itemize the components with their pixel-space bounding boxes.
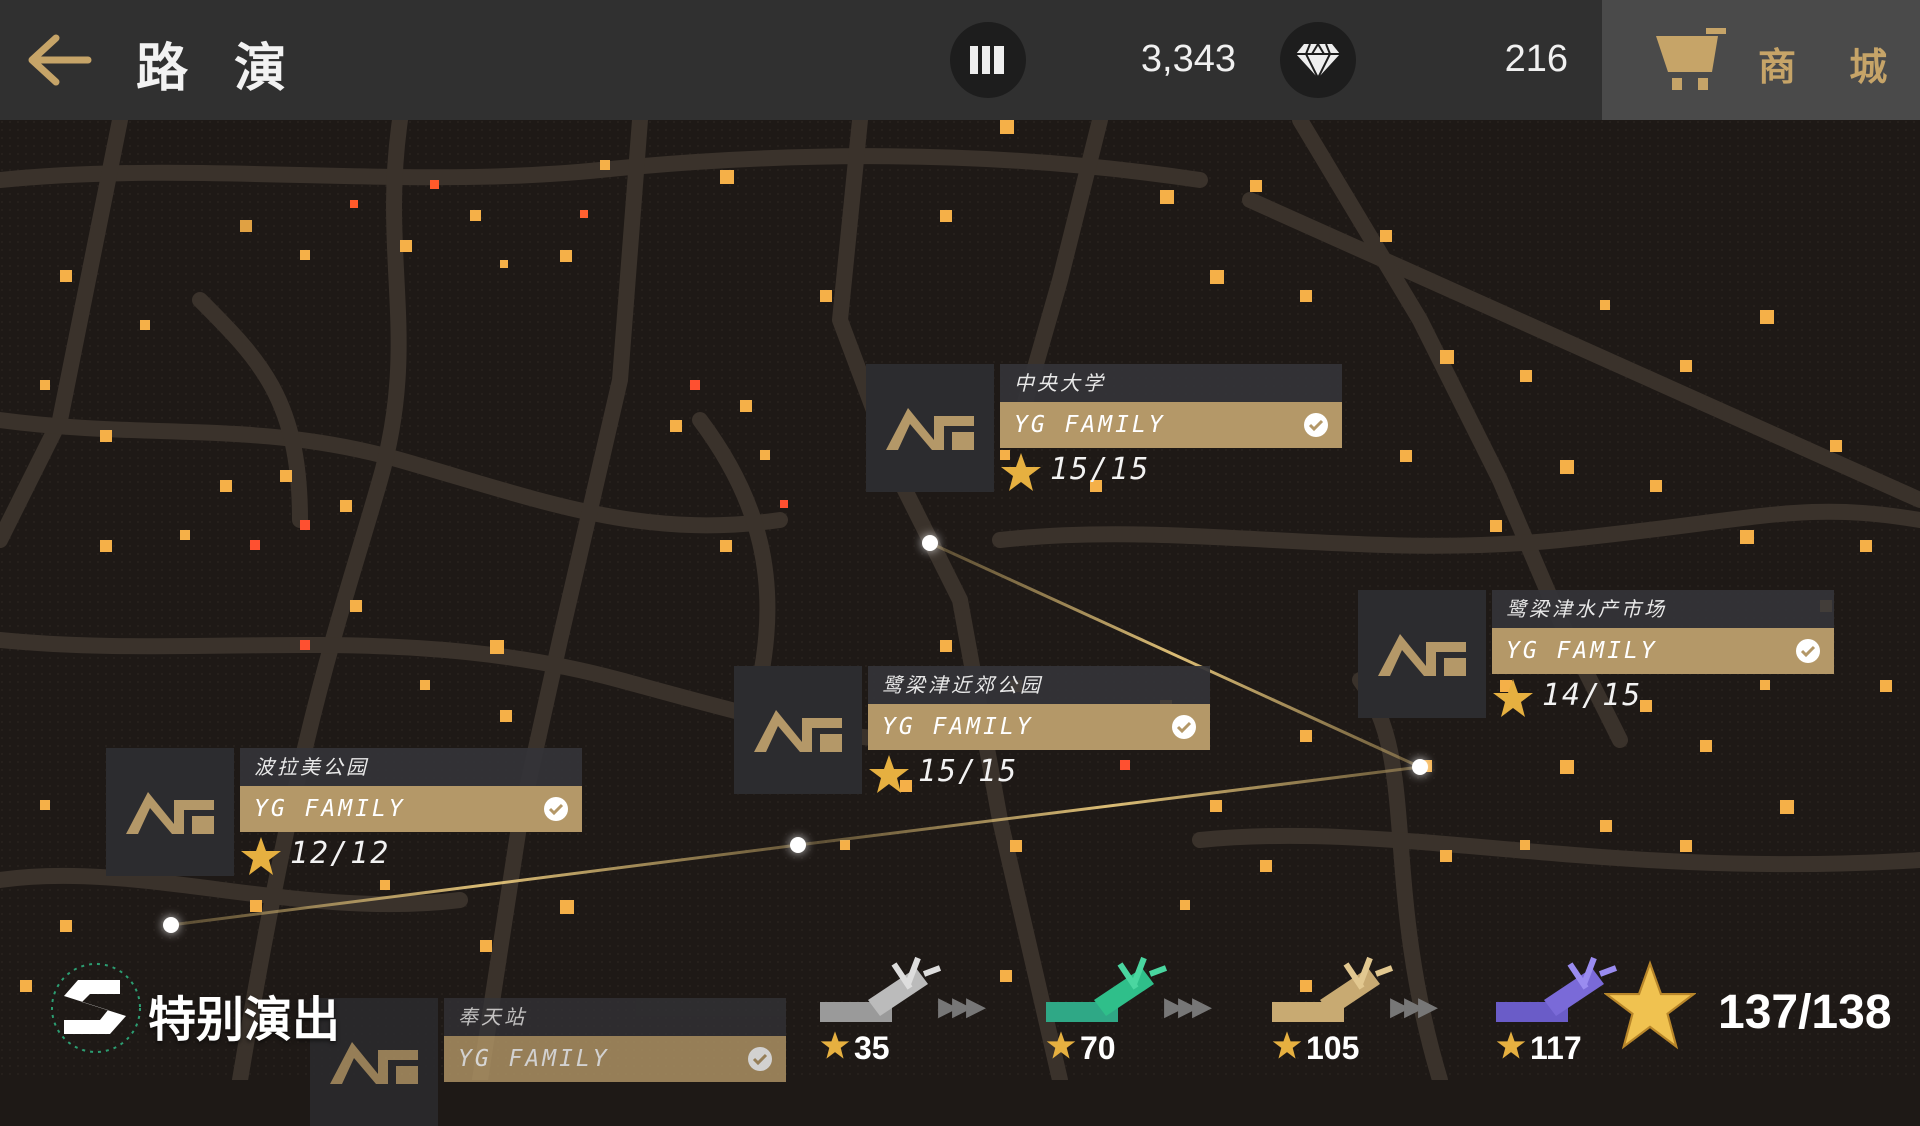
progress-arrows: ▶▶▶ [1390,992,1438,1022]
star-icon [1272,1031,1302,1059]
shop-button[interactable]: 商 城 [1602,0,1920,120]
shop-label: 商 城 [1758,45,1908,89]
venue-name: 奉天站 [444,998,786,1036]
tier-value: 35 [854,1030,890,1066]
score-text: 15/15 [918,754,1019,789]
yg-logo [866,364,994,492]
tier-value: 105 [1306,1030,1360,1066]
star-icon [1001,453,1041,491]
yg-logo [1358,590,1486,718]
stage-card[interactable]: 鹭梁津近郊公园 YG FAMILY 15/15 [734,666,1210,796]
artist-label: YG FAMILY [444,1036,786,1082]
score-text: 14/15 [1542,678,1643,713]
route-node[interactable] [922,535,938,551]
back-arrow-icon [28,34,92,86]
artist-label: YG FAMILY [1000,402,1342,448]
records-icon [970,46,1004,74]
star-icon [1046,1031,1076,1059]
artist-label: YG FAMILY [1492,628,1834,674]
score-text: 12/12 [290,836,391,871]
stage-card[interactable]: 奉天站 YG FAMILY [310,998,786,1126]
star-icon [1496,1031,1526,1059]
page-title: 路 演 [136,39,301,99]
reward-chest-icon [1320,956,1394,1016]
route-node[interactable] [163,917,179,933]
cleared-check-icon [1304,413,1328,437]
score-text: 15/15 [1050,452,1151,487]
artist-label: YG FAMILY [868,704,1210,750]
tier-value: 70 [1080,1030,1116,1066]
route-node[interactable] [1412,759,1428,775]
records-button[interactable] [950,22,1026,98]
diamond-button[interactable] [1280,22,1356,98]
total-stars-count: 137/138 [1718,986,1892,1039]
venue-name: 波拉美公园 [240,748,582,786]
back-button[interactable] [22,26,94,94]
stage-card[interactable]: 鹭梁津水产市场 YG FAMILY 14/15 [1358,590,1834,720]
total-star-icon [1604,960,1696,1050]
stage-card[interactable]: 中央大学 YG FAMILY 15/15 [866,364,1342,494]
reward-tier[interactable]: ▶▶▶ 35 [820,950,1020,1070]
star-icon [1493,679,1533,717]
progress-arrows: ▶▶▶ [1164,992,1212,1022]
yg-logo [734,666,862,794]
venue-name: 鹭梁津近郊公园 [868,666,1210,704]
diamond-icon [1296,43,1340,80]
venue-name: 鹭梁津水产市场 [1492,590,1834,628]
currency-a-value: 3,343 [1140,38,1236,80]
stage-card[interactable]: 波拉美公园 YG FAMILY 12/12 [106,748,582,878]
currency-b-value: 216 [1504,38,1568,80]
reward-tier[interactable]: ▶▶▶ 70 [1046,950,1246,1070]
special-performance-label: 特别演出 [148,992,341,1048]
special-performance-button[interactable]: 特别演出 [50,958,370,1058]
reward-chest-icon [868,956,942,1016]
reward-chest-icon [1094,956,1168,1016]
venue-name: 中央大学 [1000,364,1342,402]
star-icon [820,1031,850,1059]
top-bar: 路 演 3,343 216 商 城 [0,0,1920,120]
cleared-check-icon [1796,639,1820,663]
reward-tier[interactable]: ▶▶▶ 105 [1272,950,1472,1070]
artist-label: YG FAMILY [240,786,582,832]
special-s-icon [51,963,141,1053]
cleared-check-icon [544,797,568,821]
cleared-check-icon [1172,715,1196,739]
tier-value: 117 [1530,1030,1582,1066]
star-icon [869,755,909,793]
shop-cart-icon [1656,28,1726,90]
route-node[interactable] [790,837,806,853]
star-icon [241,837,281,875]
progress-arrows: ▶▶▶ [938,992,986,1022]
cleared-check-icon [748,1047,772,1071]
yg-logo [106,748,234,876]
